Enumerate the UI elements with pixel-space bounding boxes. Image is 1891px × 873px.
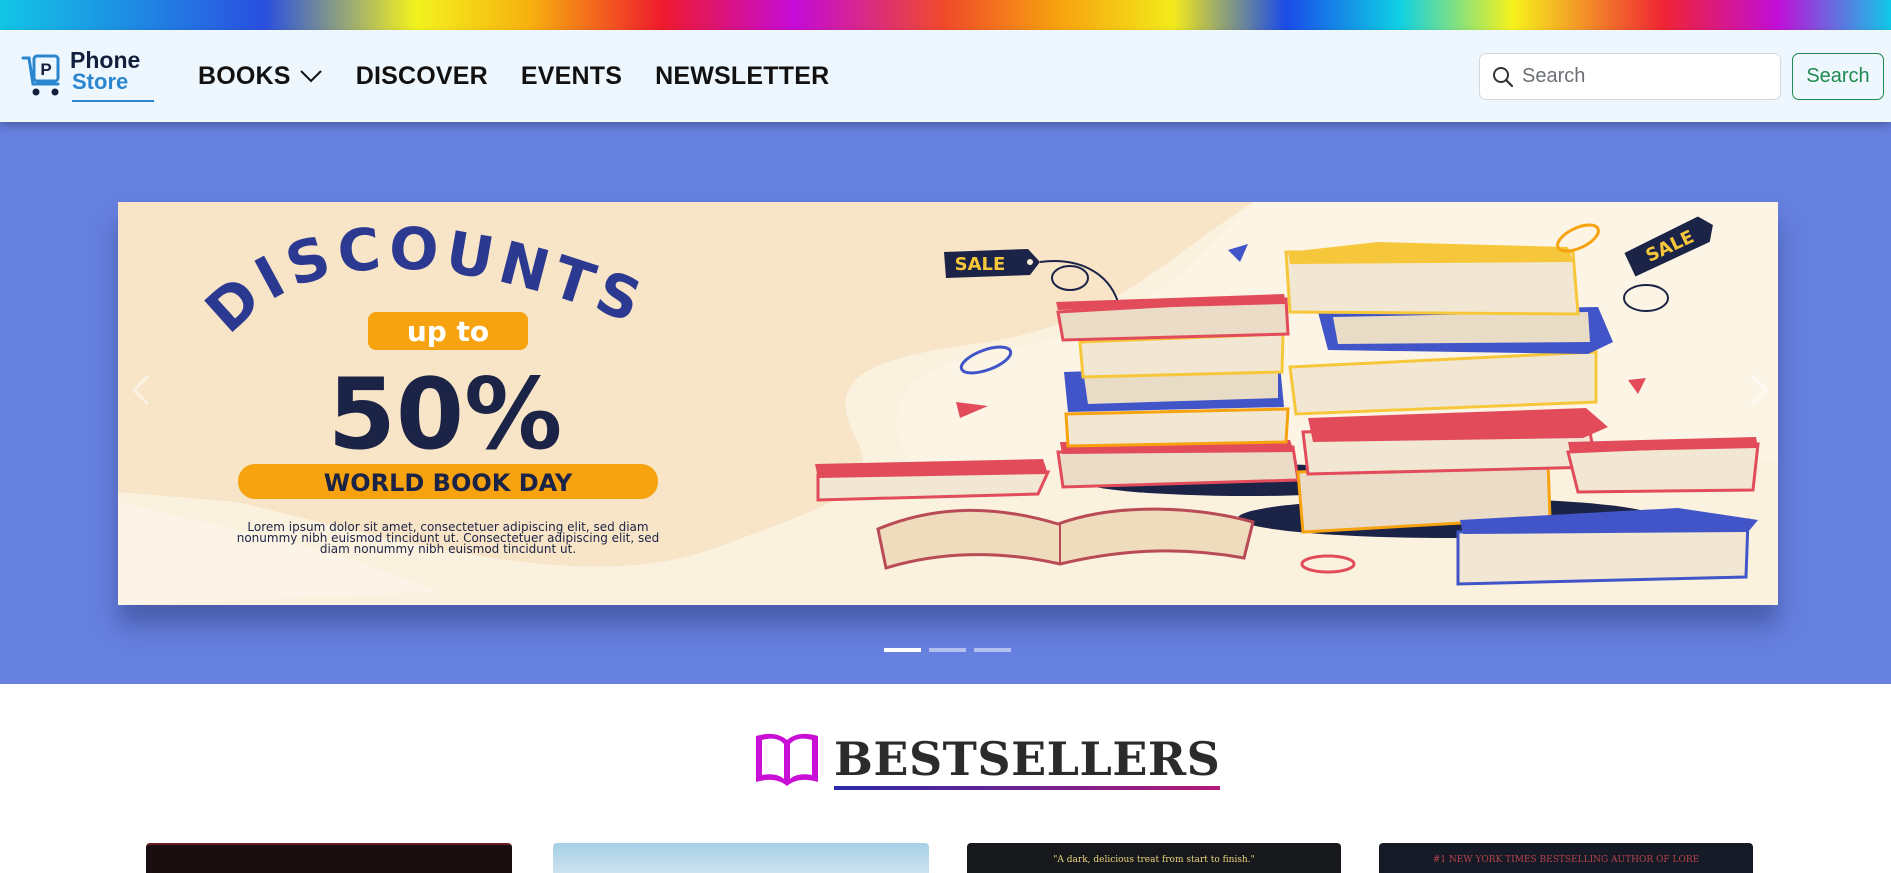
slide-percent: 50%: [328, 358, 563, 472]
logo-text-phone: Phone: [70, 47, 141, 73]
chevron-left-icon[interactable]: [122, 370, 162, 410]
nav-discover[interactable]: DISCOVER: [356, 62, 488, 91]
logo-text-store: Store: [72, 69, 129, 94]
slide-body-3: diam nonummy nibh euismod tincidunt ut.: [320, 542, 576, 556]
nav-books-label: BOOKS: [198, 61, 291, 90]
svg-text:P: P: [40, 60, 51, 79]
promo-banner-image: DISCOUNTS up to 50% WORLD BOOK DAY Lorem…: [118, 202, 1778, 605]
carousel-indicator-3[interactable]: [974, 648, 1011, 652]
book-card-1[interactable]: [146, 843, 512, 873]
open-book-icon: [756, 733, 818, 786]
book-card-3[interactable]: "A dark, delicious treat from start to f…: [967, 843, 1341, 873]
book-card-3-blurb: "A dark, delicious treat from start to f…: [1053, 855, 1255, 865]
nav-books[interactable]: BOOKS: [198, 62, 323, 91]
search-icon: [1493, 66, 1514, 87]
carousel-indicators: [884, 648, 1011, 652]
search-button[interactable]: Search: [1792, 53, 1884, 100]
carousel-indicator-2[interactable]: [929, 648, 966, 652]
rainbow-top-bar: [0, 0, 1891, 30]
bestsellers-heading: BESTSELLERS: [752, 730, 1221, 790]
chevron-right-icon[interactable]: [1738, 370, 1778, 410]
nav-events[interactable]: EVENTS: [521, 62, 622, 91]
hero-carousel: DISCOUNTS up to 50% WORLD BOOK DAY Lorem…: [0, 122, 1891, 684]
book-card-2[interactable]: [553, 843, 929, 873]
carousel-slide[interactable]: DISCOUNTS up to 50% WORLD BOOK DAY Lorem…: [118, 202, 1778, 605]
logo[interactable]: P Phone Store: [20, 47, 154, 102]
book-card-4-blurb: #1 NEW YORK TIMES BESTSELLING AUTHOR OF …: [1432, 855, 1700, 865]
bestsellers-title: BESTSELLERS: [834, 732, 1221, 790]
cart-logo-icon: P: [21, 54, 60, 96]
svg-text:SALE: SALE: [955, 254, 1006, 275]
carousel-indicator-1[interactable]: [884, 648, 921, 652]
chevron-down-icon: [299, 70, 322, 83]
nav-newsletter[interactable]: NEWSLETTER: [655, 62, 829, 91]
book-card-4[interactable]: #1 NEW YORK TIMES BESTSELLING AUTHOR OF …: [1379, 843, 1753, 873]
slide-banner: WORLD BOOK DAY: [324, 469, 573, 497]
search-input[interactable]: [1522, 65, 1762, 88]
navbar: P Phone Store BOOKS DISCOVER EVENTS NEWS…: [0, 30, 1891, 122]
search-box[interactable]: [1479, 53, 1781, 100]
logo-underline: [72, 100, 154, 102]
slide-pill: up to: [407, 315, 489, 348]
main-nav: BOOKS DISCOVER EVENTS NEWSLETTER: [198, 30, 829, 122]
